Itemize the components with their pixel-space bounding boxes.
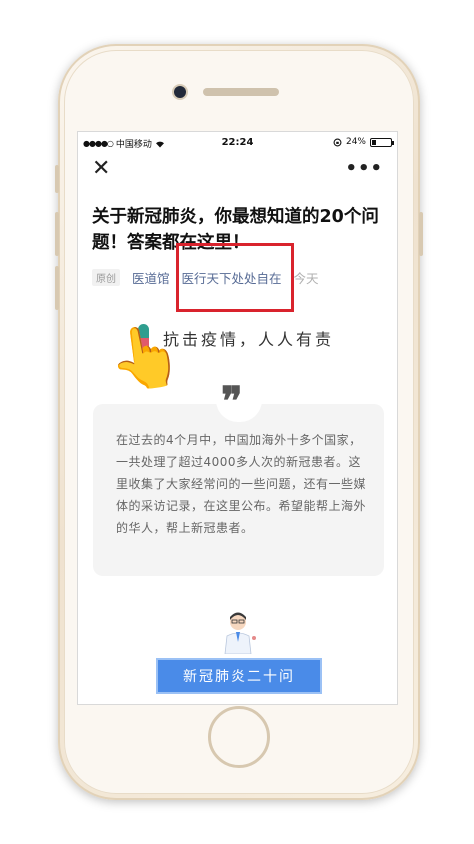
status-right: 24% [333,137,394,147]
highlight-frame [176,243,294,312]
status-bar: ●●●●○ 中国移动 22:24 24% [78,132,397,154]
front-camera [174,86,186,98]
author-link[interactable]: 医道馆 [132,268,170,287]
covid-qa-button[interactable]: 新冠肺炎二十问 [156,658,322,694]
original-tag: 原创 [92,269,120,286]
battery-percent: 24% [345,137,366,147]
volume-down-button [55,266,59,310]
nav-bar: ✕ ••• [78,154,397,190]
more-options-button[interactable]: ••• [345,158,383,179]
doctor-illustration-icon [224,612,256,654]
quote-text: 在过去的4个月中，中国加海外十多个国家，一共处理了超过4000多人次的新冠患者。… [116,433,367,535]
pointing-hand-icon: 👆 [103,318,188,398]
phone-screen: ●●●●○ 中国移动 22:24 24% ✕ ••• 关于新冠肺炎，你最想知道的… [77,131,398,705]
mute-switch [55,165,59,193]
battery-fill [372,139,377,145]
quote-mark-icon: ❞ [221,378,243,425]
orientation-lock-icon [333,138,342,146]
publish-date: 今天 [293,271,319,286]
home-button[interactable] [208,706,270,768]
close-button[interactable]: ✕ [92,158,110,180]
slogan-text: 抗击疫情，人人有责 [163,330,335,349]
volume-up-button [55,212,59,256]
earpiece-speaker [203,88,279,96]
power-button [419,212,423,256]
battery-icon [370,137,394,147]
